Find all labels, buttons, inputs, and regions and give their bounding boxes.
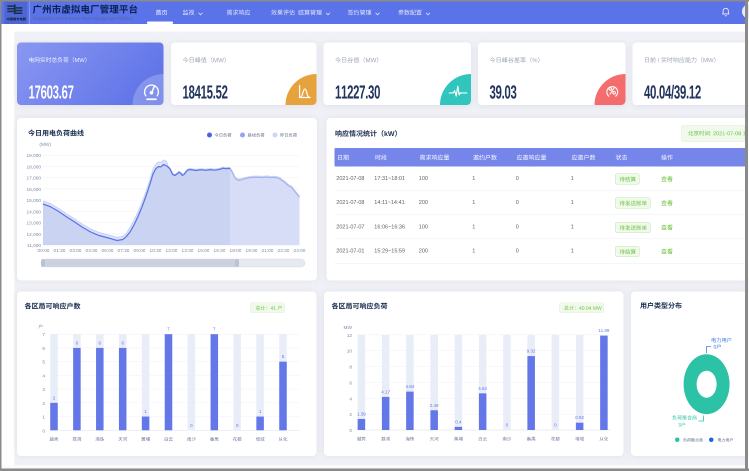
svg-text:3: 3 [42, 387, 45, 393]
svg-text:4: 4 [349, 396, 352, 402]
svg-text:0: 0 [349, 428, 352, 434]
svg-text:6: 6 [42, 346, 45, 352]
svg-text:10: 10 [347, 348, 353, 354]
svg-text:15,000: 15,000 [26, 198, 41, 204]
svg-text:03:00: 03:00 [70, 248, 82, 254]
svg-text:5: 5 [42, 359, 45, 365]
svg-text:15:00: 15:00 [198, 248, 210, 254]
svg-text:06:00: 06:00 [102, 248, 114, 254]
svg-text:14,000: 14,000 [26, 209, 41, 215]
svg-text:1: 1 [42, 414, 45, 420]
svg-text:18:00: 18:00 [230, 248, 242, 254]
svg-text:16,000: 16,000 [26, 187, 41, 193]
svg-text:4: 4 [42, 373, 45, 379]
svg-text:2.49: 2.49 [430, 403, 439, 408]
svg-text:07:30: 07:30 [118, 248, 130, 254]
svg-text:7: 7 [167, 326, 170, 331]
svg-text:MW: MW [344, 325, 353, 331]
svg-text:4.62: 4.62 [478, 386, 487, 391]
svg-text:21:00: 21:00 [262, 248, 274, 254]
svg-text:09:00: 09:00 [134, 248, 146, 254]
svg-text:12:00: 12:00 [166, 248, 178, 254]
svg-text:00:00: 00:00 [38, 248, 50, 254]
svg-text:1.39: 1.39 [357, 411, 366, 416]
svg-text:4.84: 4.84 [406, 384, 415, 389]
svg-text:12: 12 [347, 333, 353, 339]
svg-text:10:30: 10:30 [150, 248, 162, 254]
svg-text:4.17: 4.17 [381, 389, 390, 394]
svg-text:17,000: 17,000 [26, 176, 41, 182]
svg-text:13:30: 13:30 [182, 248, 194, 254]
svg-text:11.89: 11.89 [598, 328, 609, 333]
svg-text:01:30: 01:30 [54, 248, 66, 254]
svg-text:18,000: 18,000 [26, 164, 41, 170]
svg-text:0: 0 [42, 428, 45, 434]
svg-text:0.4: 0.4 [455, 419, 462, 424]
svg-text:19,000: 19,000 [26, 153, 41, 159]
svg-text:16:30: 16:30 [214, 248, 226, 254]
svg-text:04:30: 04:30 [86, 248, 98, 254]
svg-text:7: 7 [213, 326, 216, 331]
svg-text:22:30: 22:30 [278, 248, 290, 254]
svg-text:2: 2 [42, 401, 45, 407]
svg-text:12,000: 12,000 [26, 232, 41, 238]
svg-text:6: 6 [349, 380, 352, 386]
svg-text:7: 7 [42, 332, 45, 338]
svg-text:9.32: 9.32 [527, 348, 536, 353]
svg-text:24:00: 24:00 [294, 248, 306, 254]
svg-text:8: 8 [349, 364, 352, 370]
svg-text:0.92: 0.92 [575, 415, 584, 420]
svg-text:19:30: 19:30 [246, 248, 258, 254]
svg-text:13,000: 13,000 [26, 221, 41, 227]
svg-text:2: 2 [349, 412, 352, 418]
